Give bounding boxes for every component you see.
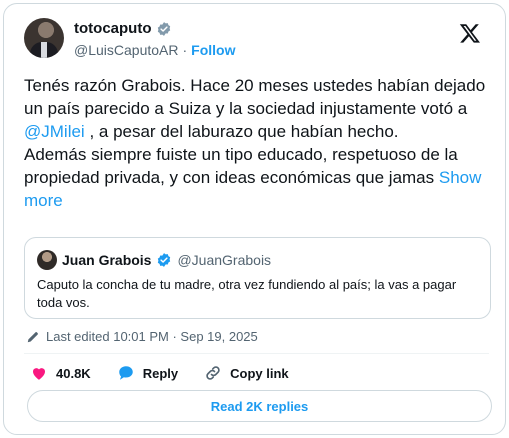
author-name-row: totocaputo: [74, 20, 172, 37]
pencil-icon: [27, 331, 38, 342]
tweet-text-part: Además siempre fuiste un tipo educado, r…: [24, 145, 458, 187]
quoted-tweet-header: Juan Grabois @JuanGrabois: [37, 250, 271, 270]
x-logo-icon[interactable]: [459, 22, 481, 44]
handle-separator: ·: [182, 42, 188, 58]
link-icon: [206, 366, 220, 380]
author-handle-row: @LuisCaputoAR · Follow: [74, 42, 236, 58]
verified-badge-icon: [158, 253, 171, 267]
quoted-tweet[interactable]: Juan Grabois @JuanGrabois Caputo la conc…: [24, 237, 491, 319]
reply-label: Reply: [142, 365, 179, 381]
action-bar: 40.8K Reply Copy link: [30, 364, 315, 382]
quoted-author-avatar: [37, 250, 57, 270]
author-display-name[interactable]: totocaputo: [74, 20, 151, 37]
divider: [24, 353, 489, 354]
edited-timestamp: Last edited 10:01 PM · Sep 19, 2025: [46, 329, 258, 344]
quoted-tweet-text: Caputo la concha de tu madre, otra vez f…: [37, 277, 457, 310]
copy-link-label: Copy link: [230, 365, 289, 381]
read-replies-button[interactable]: Read 2K replies: [27, 390, 492, 422]
mention-link[interactable]: @JMilei: [24, 122, 85, 141]
follow-button[interactable]: Follow: [191, 42, 235, 58]
quoted-author-handle: @JuanGrabois: [177, 252, 272, 268]
like-count: 40.8K: [56, 365, 91, 381]
copy-link-button[interactable]: Copy link: [204, 364, 289, 382]
tweet-paragraph-1: Tenés razón Grabois. Hace 20 meses usted…: [24, 74, 494, 143]
tweet-card: totocaputo @LuisCaputoAR · Follow Tenés …: [3, 3, 506, 435]
tweet-text: Tenés razón Grabois. Hace 20 meses usted…: [24, 74, 494, 212]
tweet-text-part: Tenés razón Grabois. Hace 20 meses usted…: [24, 76, 486, 118]
verified-badge-icon: [158, 21, 171, 36]
tweet-paragraph-2: Además siempre fuiste un tipo educado, r…: [24, 143, 494, 212]
edited-info[interactable]: Last edited 10:01 PM · Sep 19, 2025: [26, 329, 258, 344]
reply-button[interactable]: Reply: [117, 364, 178, 382]
author-avatar[interactable]: [24, 18, 64, 58]
tweet-header: totocaputo @LuisCaputoAR · Follow: [24, 18, 489, 62]
tweet-text-part: , a pesar del laburazo que habían hecho.: [84, 122, 399, 141]
like-button[interactable]: 40.8K: [30, 364, 91, 382]
heart-icon: [33, 368, 45, 380]
reply-bubble-icon: [118, 366, 133, 380]
quoted-author-name: Juan Grabois: [62, 252, 152, 268]
author-handle[interactable]: @LuisCaputoAR: [74, 42, 179, 58]
